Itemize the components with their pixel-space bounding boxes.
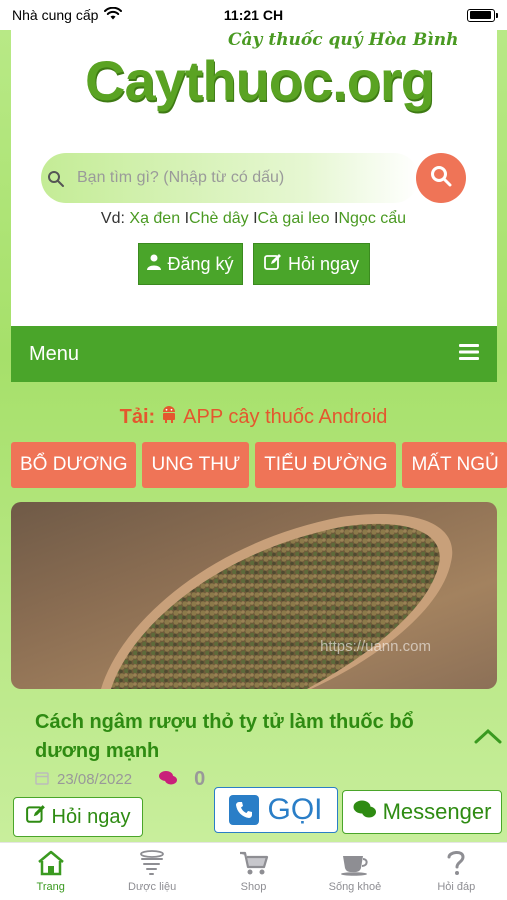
wifi-icon: [104, 6, 123, 23]
site-logo[interactable]: Cây thuốc quý Hòa Bình Caythuoc.org: [85, 30, 458, 130]
status-left: Nhà cung cấp: [12, 6, 123, 23]
search-button[interactable]: [416, 153, 466, 203]
category-chips: BỔ DƯƠNG UNG THƯ TIỂU ĐƯỜNG MẤT NGỦ: [11, 442, 507, 488]
app-download-prefix: Tải:: [119, 405, 156, 428]
suggestion-link[interactable]: Cà gai leo: [258, 210, 330, 227]
calendar-icon: [35, 771, 49, 789]
question-icon: [440, 849, 472, 877]
menu-label: Menu: [29, 342, 80, 365]
article-meta: 23/08/2022 0: [35, 768, 205, 791]
suggestion-link[interactable]: Xạ đen: [129, 210, 180, 227]
edit-icon: [264, 253, 282, 276]
status-bar: Nhà cung cấp 11:21 CH: [0, 0, 507, 30]
comments-icon: [353, 799, 377, 825]
comment-icon: [158, 770, 178, 790]
suggestions-prefix: Vd:: [100, 210, 125, 227]
register-button[interactable]: Đăng ký: [138, 243, 243, 285]
chevron-up-icon: [474, 728, 502, 749]
tab-herbs[interactable]: Dược liệu: [101, 843, 202, 900]
bottom-tab-bar: Trang Dược liệu Shop Sống khoẻ Hỏi đáp: [0, 842, 507, 900]
tab-label: Trang: [36, 881, 65, 893]
search-icon: [430, 165, 452, 192]
hamburger-icon[interactable]: [459, 343, 479, 365]
tab-qa[interactable]: Hỏi đáp: [406, 843, 507, 900]
tab-shop[interactable]: Shop: [203, 843, 304, 900]
home-icon: [35, 849, 67, 877]
search-suggestions: Vd: Xạ đen IChè dây ICà gai leo INgọc cẩ…: [0, 210, 507, 228]
category-chip[interactable]: TIỂU ĐƯỜNG: [255, 442, 397, 488]
call-button[interactable]: GỌI: [214, 787, 338, 833]
article-image[interactable]: https://uann.com: [11, 502, 497, 689]
tab-label: Sống khoẻ: [328, 881, 382, 893]
tab-label: Dược liệu: [128, 881, 177, 893]
scroll-top-button[interactable]: [470, 720, 506, 756]
tornado-icon: [136, 849, 168, 877]
cart-icon: [238, 849, 270, 877]
search-input[interactable]: [77, 165, 377, 191]
category-chip[interactable]: MẤT NGỦ: [402, 442, 507, 488]
messenger-label: Messenger: [382, 799, 492, 824]
comment-count: 0: [194, 768, 206, 790]
image-watermark: https://uann.com: [320, 638, 431, 655]
suggestion-link[interactable]: Ngọc cẩu: [338, 210, 406, 227]
app-download-link[interactable]: Tải: APP cây thuốc Android: [0, 405, 507, 429]
tab-health[interactable]: Sống khoẻ: [304, 843, 405, 900]
carrier-label: Nhà cung cấp: [12, 7, 99, 23]
logo-tagline: Cây thuốc quý Hòa Bình: [228, 30, 459, 50]
floating-ask-button[interactable]: Hỏi ngay: [13, 797, 143, 837]
user-icon: [147, 254, 162, 275]
tab-label: Hỏi đáp: [437, 881, 476, 893]
app-download-text: APP cây thuốc Android: [183, 405, 388, 428]
phone-icon: [229, 795, 260, 825]
article-date: 23/08/2022: [57, 771, 133, 788]
category-chip[interactable]: BỔ DƯƠNG: [11, 442, 137, 488]
logo-text: Caythuoc.org: [85, 49, 435, 112]
battery-icon: [467, 8, 498, 22]
ask-now-button[interactable]: Hỏi ngay: [253, 243, 370, 285]
android-icon: [161, 405, 177, 429]
edit-icon: [25, 804, 46, 830]
status-time: 11:21 CH: [223, 7, 284, 23]
tab-label: Shop: [240, 881, 267, 893]
call-label: GỌI: [267, 793, 323, 826]
search-bar: [41, 153, 419, 203]
tab-home[interactable]: Trang: [0, 843, 101, 900]
category-chip[interactable]: UNG THƯ: [142, 442, 250, 488]
ask-now-label: Hỏi ngay: [287, 253, 360, 274]
register-label: Đăng ký: [167, 253, 234, 274]
coffee-cup-icon: [339, 849, 371, 877]
suggestion-link[interactable]: Chè dây: [189, 210, 249, 227]
article-title[interactable]: Cách ngâm rượu thỏ ty tử làm thuốc bổ dư…: [35, 708, 455, 766]
messenger-button[interactable]: Messenger: [342, 790, 502, 834]
floating-ask-label: Hỏi ngay: [51, 805, 131, 828]
search-icon: [47, 170, 65, 193]
menu-bar[interactable]: Menu: [11, 326, 497, 382]
